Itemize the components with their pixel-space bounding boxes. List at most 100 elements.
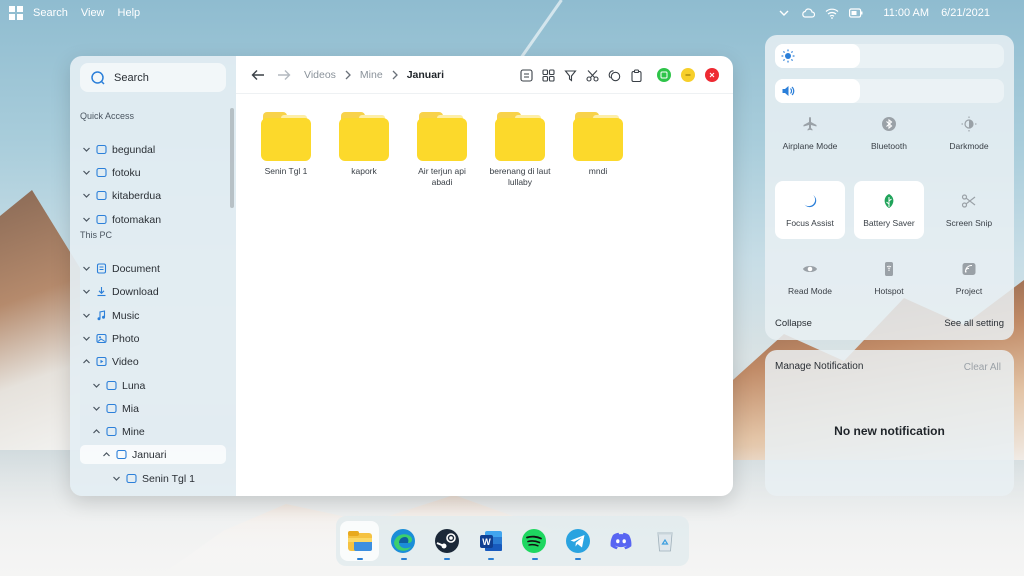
chevron-up-icon[interactable] [80, 356, 92, 368]
sidebar-item-photo[interactable]: Photo [80, 329, 226, 348]
taskbar-telegram[interactable] [558, 521, 597, 561]
sidebar-scrollbar[interactable] [230, 108, 234, 208]
chevron-up-icon[interactable] [100, 449, 112, 461]
bluetooth-icon [880, 115, 898, 133]
chevron-down-icon[interactable] [80, 214, 92, 226]
sidebar-item-label: Music [112, 309, 140, 322]
clock-date[interactable]: 6/21/2021 [941, 7, 990, 19]
chevron-down-icon[interactable] [80, 310, 92, 322]
tile-bluetooth[interactable]: Bluetooth [854, 104, 924, 162]
tile-project[interactable]: Project [934, 249, 1004, 307]
chevron-down-icon[interactable] [90, 380, 102, 392]
sidebar-item-video[interactable]: Video [80, 352, 226, 371]
maximize-button[interactable] [657, 68, 671, 82]
photo-icon [96, 333, 107, 344]
sidebar-item-mia[interactable]: Mia [80, 399, 226, 418]
sidebar-item-kitaberdua[interactable]: kitaberdua [80, 186, 226, 205]
sidebar-item-download[interactable]: Download [80, 282, 226, 301]
sidebar-item-begundal[interactable]: begundal [80, 140, 226, 159]
taskbar-file-explorer[interactable] [340, 521, 380, 561]
tile-battery-saver[interactable]: Battery Saver [854, 181, 924, 239]
taskbar: W [336, 516, 689, 566]
notification-title: Manage Notification [775, 361, 864, 372]
volume-slider[interactable] [775, 79, 1004, 103]
folder-item[interactable]: Air terjun api abadi [408, 112, 476, 188]
cloud-icon[interactable] [801, 6, 816, 20]
folder-icon [96, 167, 107, 178]
windows-logo-icon[interactable] [9, 6, 23, 20]
folder-item[interactable]: mndi [564, 112, 632, 188]
breadcrumb-videos[interactable]: Videos [304, 69, 336, 81]
top-menu: Search View Help [33, 7, 153, 19]
chevron-down-icon[interactable] [110, 496, 122, 497]
tile-screen-snip[interactable]: Screen Snip [934, 181, 1004, 239]
sidebar-item-fotomakan[interactable]: fotomakan [80, 210, 226, 229]
sidebar-item-luna[interactable]: Luna [80, 376, 226, 395]
music-icon [96, 310, 107, 321]
file-explorer-icon [345, 526, 375, 556]
forward-arrow-icon[interactable] [276, 67, 292, 83]
back-arrow-icon[interactable] [250, 67, 266, 83]
cut-icon[interactable] [585, 68, 599, 82]
tile-label: Bluetooth [871, 141, 907, 151]
copy-icon[interactable] [607, 68, 621, 82]
sidebar-item-fotoku[interactable]: fotoku [80, 163, 226, 182]
tile-airplane-mode[interactable]: Airplane Mode [775, 104, 845, 162]
sidebar-search-input[interactable]: Search [80, 63, 226, 92]
chevron-down-icon[interactable] [90, 403, 102, 415]
taskbar-discord[interactable] [602, 521, 641, 561]
see-all-settings-link[interactable]: See all setting [944, 318, 1004, 329]
folder-item[interactable]: Senin Tgl 1 [252, 112, 320, 188]
folder-item[interactable]: kapork [330, 112, 398, 188]
chevron-down-icon[interactable] [80, 190, 92, 202]
paste-icon[interactable] [629, 68, 643, 82]
chevron-down-icon[interactable] [80, 286, 92, 298]
battery-icon[interactable] [849, 6, 863, 20]
chevron-down-icon[interactable] [777, 6, 791, 20]
search-icon [90, 70, 106, 86]
chevron-down-icon[interactable] [80, 263, 92, 275]
filter-icon[interactable] [563, 68, 577, 82]
sidebar-item-document[interactable]: Document [80, 259, 226, 278]
tile-label: Airplane Mode [782, 141, 838, 151]
taskbar-edge[interactable] [384, 521, 423, 561]
sidebar-item-music[interactable]: Music [80, 306, 226, 325]
darkmode-icon [960, 115, 978, 133]
collapse-button[interactable]: Collapse [775, 318, 812, 329]
scissors-icon [960, 192, 978, 210]
taskbar-recycle-bin[interactable] [645, 521, 684, 561]
sidebar-item-mine[interactable]: Mine [80, 422, 226, 441]
breadcrumb-mine[interactable]: Mine [360, 69, 383, 81]
sidebar-item-januari[interactable]: Januari [80, 445, 226, 464]
sidebar-item-label: kitaberdua [112, 189, 162, 202]
chevron-down-icon[interactable] [80, 333, 92, 345]
taskbar-steam[interactable] [427, 521, 466, 561]
folder-item[interactable]: berenang di laut lullaby [486, 112, 554, 188]
tile-read-mode[interactable]: Read Mode [775, 249, 845, 307]
clock-time[interactable]: 11:00 AM [883, 7, 929, 19]
taskbar-spotify[interactable] [515, 521, 554, 561]
close-button[interactable] [705, 68, 719, 82]
running-indicator [487, 558, 494, 560]
details-view-icon[interactable] [519, 68, 533, 82]
breadcrumb-januari[interactable]: Januari [407, 69, 444, 81]
menu-view[interactable]: View [81, 7, 105, 19]
wifi-icon[interactable] [825, 6, 839, 20]
breadcrumb: Videos Mine Januari [304, 69, 444, 81]
chevron-up-icon[interactable] [90, 426, 102, 438]
chevron-down-icon[interactable] [110, 473, 122, 485]
minimize-button[interactable] [681, 68, 695, 82]
brightness-slider[interactable] [775, 44, 1004, 68]
clear-all-button[interactable]: Clear All [964, 362, 1001, 373]
tile-darkmode[interactable]: Darkmode [934, 104, 1004, 162]
sidebar-item-kapork[interactable]: Kapork [80, 492, 226, 497]
chevron-down-icon[interactable] [80, 144, 92, 156]
menu-search[interactable]: Search [33, 7, 68, 19]
grid-view-icon[interactable] [541, 68, 555, 82]
tile-focus-assist[interactable]: Focus Assist [775, 181, 845, 239]
tile-hotspot[interactable]: Hotspot [854, 249, 924, 307]
menu-help[interactable]: Help [118, 7, 141, 19]
taskbar-word[interactable]: W [471, 521, 510, 561]
sidebar-item-senin-tgl-1[interactable]: Senin Tgl 1 [80, 469, 226, 488]
chevron-down-icon[interactable] [80, 167, 92, 179]
